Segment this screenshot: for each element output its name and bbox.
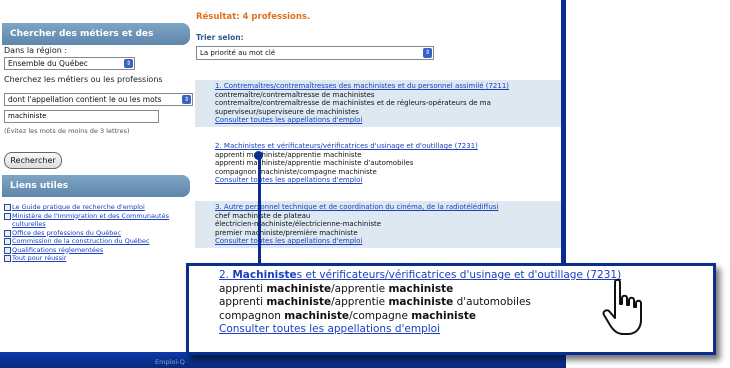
callout-anchor-dot [254,151,263,160]
result-line: apprenti machiniste/apprentie machiniste… [215,159,414,167]
link-icon [4,255,11,262]
consult-link[interactable]: Consulter toutes les appellations d'empl… [215,176,561,185]
result-count: Résultat: 4 professions. [196,12,311,22]
sort-label: Trier selon: [196,33,244,42]
search-hint: (Évitez les mots de moins de 3 lettres) [4,127,130,135]
link-icon [4,212,11,220]
link-guide[interactable]: Le Guide pratique de recherche d'emploi [4,203,174,212]
result-item-1: 1. Contremaîtres/contremaîtresses des ma… [195,80,561,127]
link-icon [4,238,11,245]
sort-select[interactable]: La priorité au mot clé ⇕ [196,46,434,60]
search-input[interactable]: machiniste [4,110,159,123]
link-icon [4,229,11,237]
screenshot-frame: Chercher des métiers et des professions … [0,0,730,368]
sidebar: Chercher des métiers et des professions … [0,0,193,352]
callout-consult-link[interactable]: Consulter toutes les appellations d'empl… [219,323,621,337]
link-icon [4,246,11,254]
result-line: premier machiniste/première machiniste [215,228,358,237]
link-tout-pour-reussir[interactable]: Tout pour réussir [4,254,174,263]
link-immigration[interactable]: Ministère de l'Immigration et des Commun… [4,212,174,229]
hand-cursor-icon [602,278,642,335]
result-title-link[interactable]: 3. Autre personnel technique et de coord… [215,203,561,212]
region-label: Dans la région : [4,46,68,55]
result-line: contremaître/contremaîtresse de machinis… [215,99,491,107]
result-item-3: 3. Autre personnel technique et de coord… [195,201,561,248]
result-line: superviseur/superviseure de machinistes [215,107,359,116]
result-line: chef machiniste de plateau [215,211,311,220]
chevron-updown-icon: ⇕ [423,48,432,58]
chevron-updown-icon: ⇕ [182,95,191,104]
search-button[interactable]: Rechercher [4,152,62,169]
link-commission-construction[interactable]: Commission de la construction du Québec [4,237,174,246]
result-title-link[interactable]: 2. Machinistes et vérificateurs/vérifica… [215,142,561,151]
result-line: contremaître/contremaîtresse de machinis… [215,90,375,99]
chevron-updown-icon: ⇕ [124,59,133,68]
consult-link[interactable]: Consulter toutes les appellations d'empl… [215,237,561,246]
callout-line: apprenti machiniste/apprentie machiniste… [219,296,531,308]
callout-title-link[interactable]: 2. Machinistes et vérificateurs/vérifica… [219,269,621,283]
links-panel-title: Liens utiles [2,175,190,197]
footer-text: Emploi-Q [155,358,185,366]
result-line: apprenti machiniste/apprentie machiniste [215,150,362,159]
link-office-professions[interactable]: Office des professions du Québec [4,229,174,238]
callout-line: apprenti machiniste/apprentie machiniste [219,282,454,295]
callout-connector [258,156,261,264]
result-line: électricien-machiniste/électricienne-mac… [215,220,382,228]
useful-links-list: Le Guide pratique de recherche d'emploi … [4,203,174,263]
link-qualifications[interactable]: Qualifications réglementées [4,246,174,255]
region-select-value: Ensemble du Québec [8,59,88,68]
result-title-link[interactable]: 1. Contremaîtres/contremaîtresses des ma… [215,82,561,91]
search-mode-value: dont l'appellation contient le ou les mo… [8,95,162,104]
sort-select-value: La priorité au mot clé [200,49,276,57]
region-select[interactable]: Ensemble du Québec ⇕ [4,57,135,70]
result-item-2: 2. Machinistes et vérificateurs/vérifica… [195,140,561,187]
result-line: compagnon machiniste/compagne machiniste [215,167,377,176]
search-panel-title: Chercher des métiers et des professions [2,23,190,61]
callout-line: compagnon machiniste/compagne machiniste [219,309,477,322]
search-label: Cherchez les métiers ou les professions [4,75,163,84]
link-icon [4,204,11,211]
consult-link[interactable]: Consulter toutes les appellations d'empl… [215,116,561,125]
search-mode-select[interactable]: dont l'appellation contient le ou les mo… [4,93,193,106]
callout-content: 2. Machinistes et vérificateurs/vérifica… [219,269,621,337]
